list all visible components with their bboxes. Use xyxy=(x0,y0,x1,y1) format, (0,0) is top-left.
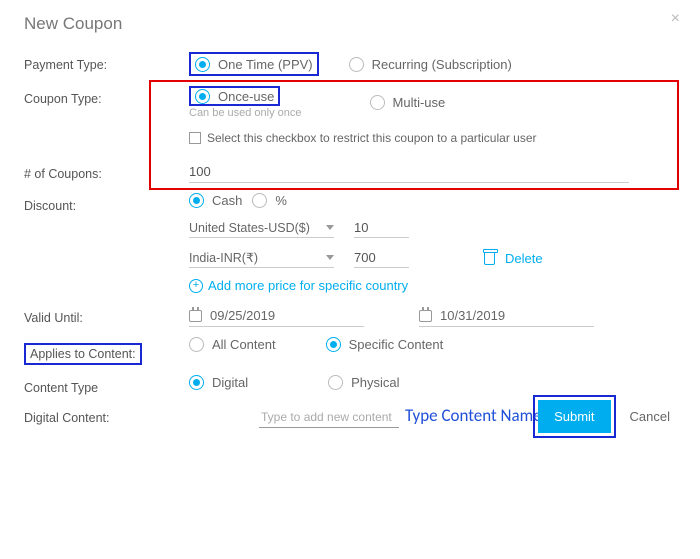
chevron-down-icon xyxy=(326,255,334,260)
trash-icon xyxy=(484,252,495,265)
label-coupon-type: Coupon Type: xyxy=(24,86,189,106)
close-icon[interactable]: × xyxy=(671,10,680,28)
radio-multi-label: Multi-use xyxy=(393,95,446,110)
radio-cash[interactable]: Cash xyxy=(189,193,242,208)
digital-content-input[interactable]: Type to add new content xyxy=(259,407,399,428)
restrict-label: Select this checkbox to restrict this co… xyxy=(207,131,537,145)
add-more-label: Add more price for specific country xyxy=(208,278,408,293)
radio-percent[interactable]: % xyxy=(252,193,287,208)
calendar-icon xyxy=(189,310,202,322)
plus-circle-icon: + xyxy=(189,279,203,293)
physical-label: Physical xyxy=(351,375,399,390)
date-from[interactable]: 09/25/2019 xyxy=(189,305,364,327)
date-to-value: 10/31/2019 xyxy=(440,308,505,323)
radio-percent-label: % xyxy=(275,193,287,208)
radio-specific-content[interactable]: Specific Content xyxy=(326,337,444,352)
all-content-label: All Content xyxy=(212,337,276,352)
restrict-checkbox[interactable]: Select this checkbox to restrict this co… xyxy=(189,131,537,145)
label-discount: Discount: xyxy=(24,193,189,213)
radio-recurring-label: Recurring (Subscription) xyxy=(372,57,512,72)
radio-recurring[interactable]: Recurring (Subscription) xyxy=(349,57,512,72)
radio-once-use[interactable]: Once-use xyxy=(195,89,274,104)
delete-label: Delete xyxy=(505,251,543,266)
label-num-coupons: # of Coupons: xyxy=(24,161,189,181)
radio-physical[interactable]: Physical xyxy=(328,375,399,390)
radio-cash-label: Cash xyxy=(212,193,242,208)
delete-row-button[interactable]: Delete xyxy=(484,251,543,266)
date-from-value: 09/25/2019 xyxy=(210,308,275,323)
calendar-icon xyxy=(419,310,432,322)
price-input-0[interactable] xyxy=(354,218,409,238)
radio-one-time[interactable]: One Time (PPV) xyxy=(195,57,313,72)
radio-one-time-label: One Time (PPV) xyxy=(218,57,313,72)
label-payment-type: Payment Type: xyxy=(24,52,189,72)
label-content-type: Content Type xyxy=(24,375,189,395)
submit-button[interactable]: Submit xyxy=(538,400,610,433)
specific-content-label: Specific Content xyxy=(349,337,444,352)
country-select-0[interactable]: United States-USD($) xyxy=(189,219,334,238)
date-to[interactable]: 10/31/2019 xyxy=(419,305,594,327)
label-digital-content: Digital Content: xyxy=(24,405,189,425)
modal-title: New Coupon xyxy=(24,14,676,34)
chevron-down-icon xyxy=(326,225,334,230)
num-coupons-input[interactable] xyxy=(189,161,629,183)
radio-digital[interactable]: Digital xyxy=(189,375,248,390)
once-hint: Can be used only once xyxy=(189,107,302,119)
digital-label: Digital xyxy=(212,375,248,390)
price-input-1[interactable] xyxy=(354,248,409,268)
country-1-label: India-INR(₹) xyxy=(189,250,258,265)
checkbox-icon xyxy=(189,132,201,144)
country-0-label: United States-USD($) xyxy=(189,221,310,235)
radio-multi-use[interactable]: Multi-use xyxy=(370,95,446,110)
country-select-1[interactable]: India-INR(₹) xyxy=(189,248,334,268)
radio-once-label: Once-use xyxy=(218,89,274,104)
add-more-price-button[interactable]: + Add more price for specific country xyxy=(189,278,408,293)
cancel-button[interactable]: Cancel xyxy=(630,409,670,424)
label-applies-to: Applies to Content: xyxy=(24,343,142,365)
label-valid-until: Valid Until: xyxy=(24,305,189,325)
radio-all-content[interactable]: All Content xyxy=(189,337,276,352)
